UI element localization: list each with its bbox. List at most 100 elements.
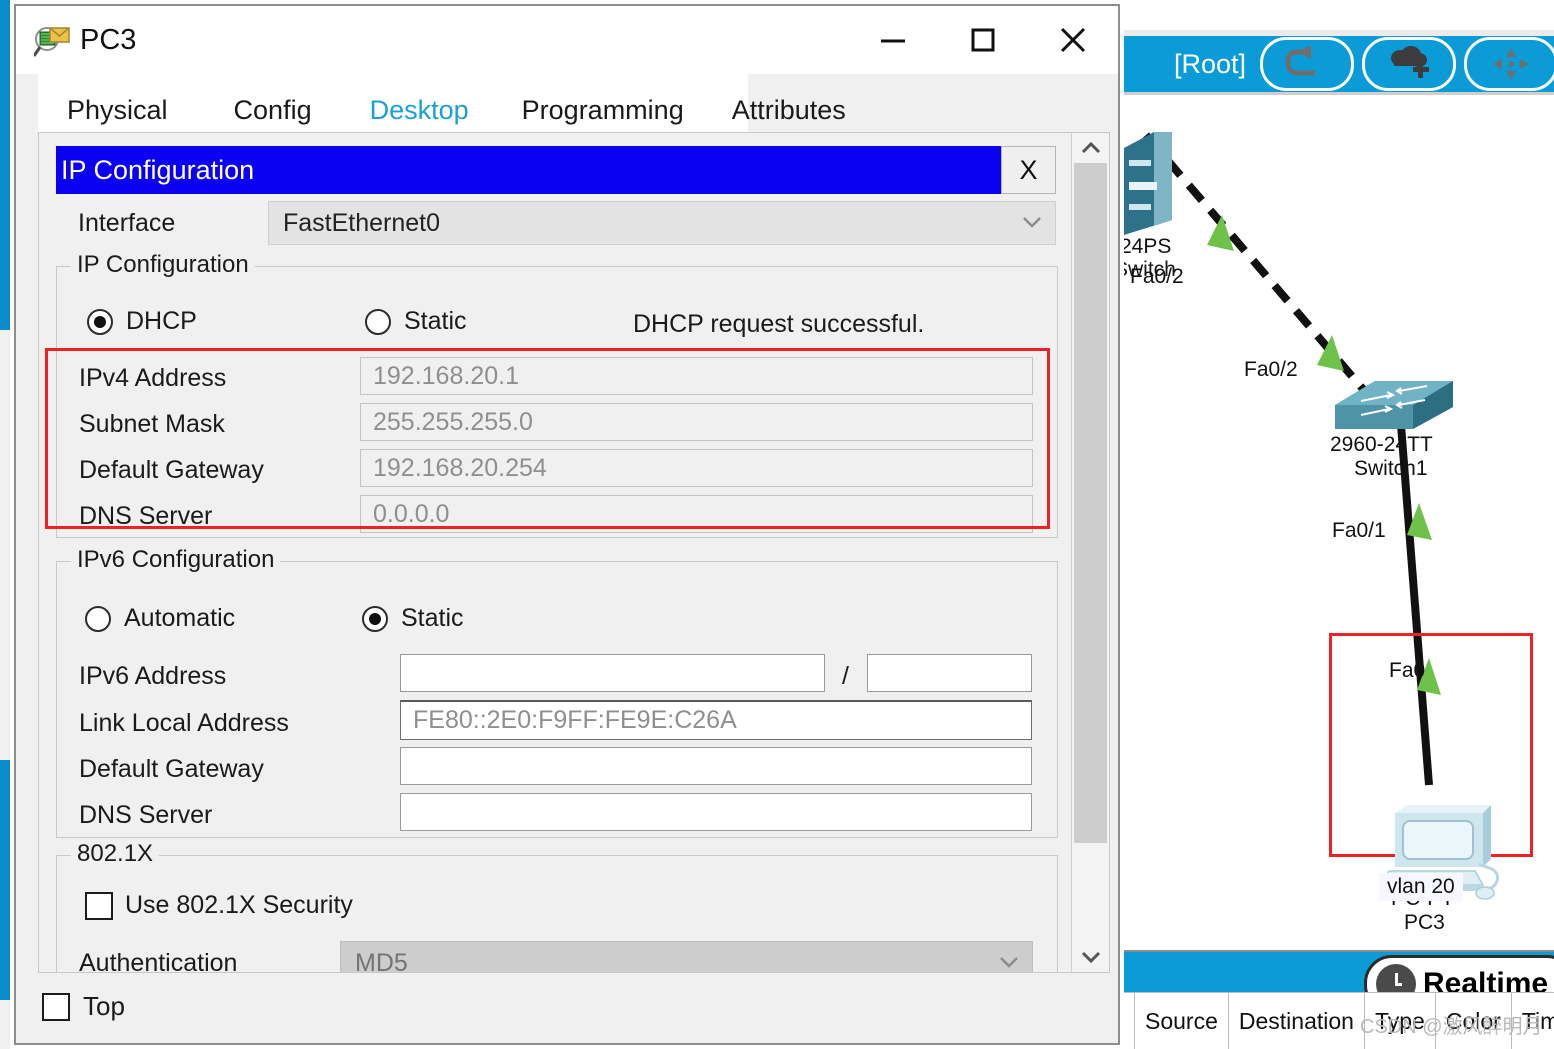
desktop-panel-scrollbar[interactable]	[1071, 133, 1109, 972]
chevron-down-icon-auth	[998, 955, 1020, 972]
scroll-down-button[interactable]	[1072, 942, 1109, 972]
ipv6-group-title: IPv6 Configuration	[71, 546, 281, 574]
ipv6-static-radio-row[interactable]: Static	[362, 604, 464, 633]
chevron-down-icon-scroll	[1081, 951, 1100, 964]
static-radio[interactable]	[365, 308, 391, 335]
tab-strip: Physical Config Desktop Programming Attr…	[16, 74, 1118, 141]
close-button[interactable]	[1028, 6, 1118, 74]
static-radio-label: Static	[404, 307, 467, 335]
link-lower-port-label: Fa0/1	[1332, 519, 1386, 542]
ipv6-address-input[interactable]	[400, 654, 825, 692]
ipv6-dns-server-input[interactable]	[400, 793, 1032, 831]
event-col-destination[interactable]: Destination	[1227, 993, 1364, 1049]
tab-list: Physical Config Desktop Programming Attr…	[38, 74, 846, 141]
add-cloud-icon	[1391, 46, 1430, 78]
switch-top-device-icon[interactable]	[1124, 130, 1184, 245]
watermark-text: CSDN @激风醉明月	[1360, 1016, 1543, 1038]
ipv4-fields-highlight-box	[45, 348, 1050, 529]
back-arrow-button[interactable]	[1260, 37, 1355, 91]
minimize-icon	[881, 39, 905, 43]
desktop-panel: IP Configuration X Interface FastEtherne…	[38, 132, 1110, 973]
tab-programming[interactable]: Programming	[522, 74, 684, 132]
use-dot1x-security-checkbox[interactable]	[85, 891, 113, 920]
close-icon	[1060, 27, 1086, 53]
dhcp-radio-label: DHCP	[126, 307, 197, 335]
ipv6-prefix-separator: /	[842, 662, 849, 690]
ip-config-app-title: IP Configuration	[61, 154, 255, 185]
chevron-up-icon	[1081, 141, 1100, 154]
authentication-select[interactable]: MD5	[340, 941, 1033, 972]
tab-attributes[interactable]: Attributes	[732, 74, 846, 132]
use-dot1x-security-label: Use 802.1X Security	[125, 891, 353, 919]
tab-physical[interactable]: Physical	[67, 74, 168, 132]
add-cloud-button[interactable]	[1362, 37, 1457, 91]
interface-select[interactable]: FastEthernet0	[268, 201, 1056, 245]
dhcp-status-text: DHCP request successful.	[633, 310, 925, 338]
event-col-prefix	[1124, 993, 1134, 1049]
chevron-down-icon	[1021, 215, 1043, 234]
ip-config-app-header: IP Configuration X	[56, 146, 1056, 194]
ip-configuration-app: IP Configuration X Interface FastEtherne…	[39, 133, 1071, 972]
pc-name-label: PC3	[1404, 911, 1445, 934]
scroll-up-button[interactable]	[1072, 133, 1109, 163]
left-edge-strip	[0, 0, 10, 1049]
static-radio-row[interactable]: Static	[365, 307, 467, 336]
ipv6-default-gateway-label: Default Gateway	[79, 755, 264, 783]
tab-config[interactable]: Config	[234, 74, 312, 132]
ipv6-address-label: IPv6 Address	[79, 662, 227, 690]
ipv6-static-radio[interactable]	[362, 605, 388, 632]
interface-label: Interface	[78, 209, 176, 237]
switch-mid-name-label: Switch1	[1354, 457, 1428, 480]
maximize-icon	[971, 28, 995, 52]
link-status-arrow-upper	[1207, 215, 1234, 251]
top-checkbox-row[interactable]: Top	[42, 991, 125, 1022]
ipv4-group-title: IP Configuration	[71, 251, 255, 279]
root-breadcrumb: [Root]	[1174, 48, 1247, 79]
link-upper-port-label: Fa0/2	[1244, 358, 1298, 381]
pc3-device-window: PC3 Physical Config Desktop Programming …	[14, 4, 1120, 1045]
interface-row: Interface FastEthernet0	[56, 201, 1056, 245]
maximize-button[interactable]	[938, 6, 1028, 74]
pan-move-button[interactable]	[1464, 37, 1554, 91]
use-dot1x-security-row[interactable]: Use 802.1X Security	[85, 891, 353, 920]
scrollbar-thumb[interactable]	[1074, 163, 1107, 843]
ipv6-default-gateway-input[interactable]	[400, 747, 1032, 785]
pc-port-label: Fa0	[1389, 659, 1426, 682]
window-title-bar[interactable]: PC3	[16, 6, 1118, 74]
ipv6-link-local-input[interactable]: FE80::2E0:F9FF:FE9E:C26A	[400, 700, 1032, 740]
switch-mid-model-label: 2960-24TT	[1330, 433, 1433, 456]
ipv6-automatic-radio[interactable]	[85, 605, 111, 632]
dot1x-group: 802.1X Use 802.1X Security Authenticatio…	[56, 840, 1058, 972]
ipv6-link-local-label: Link Local Address	[79, 709, 289, 737]
ipv6-automatic-radio-row[interactable]: Automatic	[85, 604, 235, 633]
packet-tracer-device-icon	[32, 25, 70, 57]
ipv6-automatic-radio-label: Automatic	[124, 604, 236, 632]
event-col-source[interactable]: Source	[1134, 993, 1228, 1049]
dhcp-radio[interactable]	[87, 308, 113, 335]
ipv6-dns-server-label: DNS Server	[79, 801, 213, 829]
switch-top-port-label: Fa0/2	[1130, 265, 1184, 288]
switch-top-model-label: 24PS	[1124, 235, 1172, 258]
ipv6-static-radio-label: Static	[401, 604, 464, 632]
top-checkbox-label: Top	[83, 991, 125, 1021]
ipv6-prefix-input[interactable]	[867, 654, 1032, 692]
ipv6-link-local-value: FE80::2E0:F9FF:FE9E:C26A	[413, 706, 737, 734]
minimize-button[interactable]	[848, 6, 938, 74]
vlan-tag-label: vlan 20	[1379, 873, 1463, 901]
ip-config-app-close-button[interactable]: X	[1001, 146, 1056, 194]
window-controls	[848, 6, 1118, 74]
pan-move-icon	[1493, 48, 1530, 80]
dot1x-group-title: 802.1X	[71, 840, 160, 868]
ipv6-configuration-group: IPv6 Configuration Automatic Static IPv6…	[56, 546, 1058, 838]
interface-value: FastEthernet0	[283, 208, 441, 237]
tab-desktop[interactable]: Desktop	[365, 74, 473, 141]
top-checkbox[interactable]	[42, 992, 70, 1021]
dhcp-radio-row[interactable]: DHCP	[87, 307, 197, 336]
window-footer: Top	[16, 973, 1118, 1043]
topology-toolbar: [Root]	[1124, 36, 1554, 92]
screenshot-root: [Root] 24PS witch Fa0/2 Fa0/2 2960-24TT …	[0, 0, 1554, 1049]
topology-canvas[interactable]: 24PS Switch Fa0/2 Fa0/2 2960-24TT Switch…	[1124, 95, 1554, 950]
authentication-value: MD5	[355, 948, 408, 973]
back-arrow-icon	[1285, 46, 1316, 76]
authentication-label: Authentication	[79, 949, 238, 972]
